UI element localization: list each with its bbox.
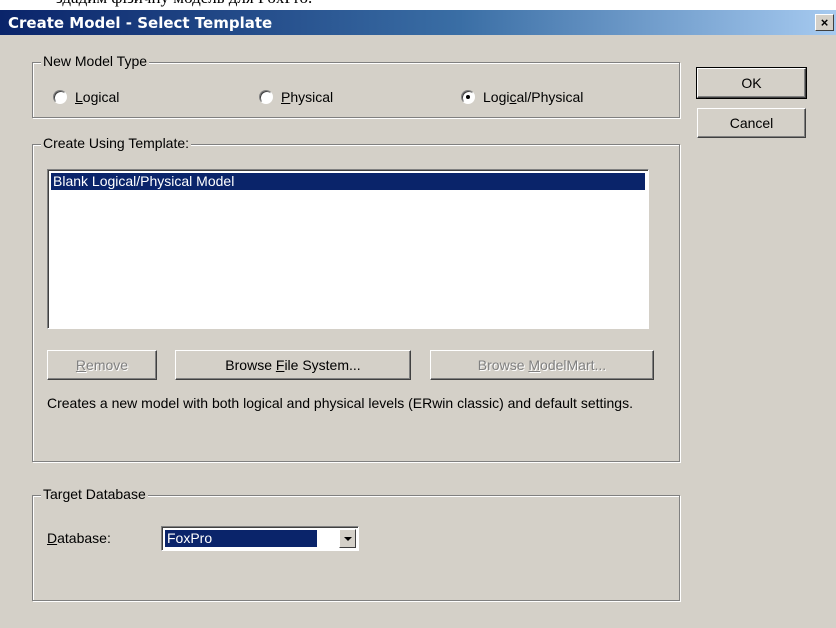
template-listbox[interactable]: Blank Logical/Physical Model [47, 169, 649, 329]
remove-button: Remove [47, 350, 157, 380]
radio-logical-label: Logical [75, 89, 120, 105]
database-select-value: FoxPro [165, 530, 317, 547]
model-type-group: New Model Type Logical Physical Logical/… [32, 53, 680, 118]
template-description: Creates a new model with both logical an… [47, 395, 633, 411]
cancel-button[interactable]: Cancel [697, 108, 806, 138]
background-text: здадим фізичну модель для FoxPro. [0, 0, 836, 10]
create-model-dialog: Create Model - Select Template × New Mod… [0, 10, 836, 628]
database-label: Database: [47, 530, 111, 546]
template-list-item[interactable]: Blank Logical/Physical Model [51, 173, 645, 190]
radio-logical[interactable]: Logical [53, 89, 119, 105]
radio-logical-physical[interactable]: Logical/Physical [461, 89, 583, 105]
radio-logical-indicator[interactable] [53, 90, 67, 104]
browse-modelmart-button: Browse ModelMart... [430, 350, 654, 380]
radio-logical-physical-label: Logical/Physical [483, 89, 584, 105]
model-type-legend: New Model Type [41, 53, 150, 69]
radio-physical-indicator[interactable] [259, 90, 273, 104]
window-title: Create Model - Select Template [8, 14, 273, 32]
background-text-line: здадим фізичну модель для FoxPro. [56, 0, 312, 8]
chevron-down-icon[interactable] [339, 529, 356, 548]
radio-physical[interactable]: Physical [259, 89, 333, 105]
browse-file-system-button[interactable]: Browse File System... [175, 350, 411, 380]
database-select[interactable]: FoxPro [161, 526, 359, 551]
title-bar: Create Model - Select Template × [0, 10, 836, 35]
template-legend: Create Using Template: [41, 135, 192, 151]
target-database-group: Target Database Database: FoxPro [32, 486, 680, 601]
radio-physical-label: Physical [281, 89, 334, 105]
close-button[interactable]: × [815, 14, 834, 31]
radio-logical-physical-indicator[interactable] [461, 90, 475, 104]
template-group: Create Using Template: Blank Logical/Phy… [32, 135, 680, 462]
ok-button[interactable]: OK [696, 67, 807, 99]
close-icon: × [820, 15, 829, 30]
target-database-legend: Target Database [41, 486, 148, 502]
